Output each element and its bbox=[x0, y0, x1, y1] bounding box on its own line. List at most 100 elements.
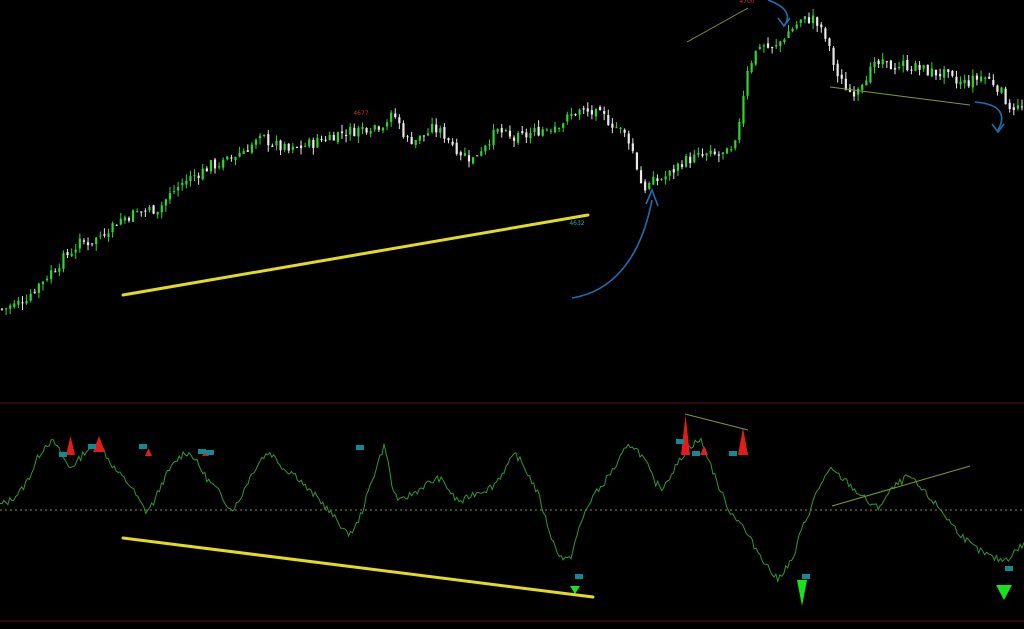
candle-body bbox=[385, 122, 389, 127]
signal-tag bbox=[1005, 566, 1013, 571]
candle-body bbox=[287, 143, 290, 151]
candle-body bbox=[447, 138, 450, 141]
candle-body bbox=[205, 168, 208, 172]
candle-body bbox=[754, 50, 757, 65]
signal-tag bbox=[206, 450, 214, 455]
candle-body bbox=[967, 80, 970, 87]
candle-body bbox=[115, 224, 118, 226]
candle-body bbox=[623, 129, 626, 133]
candle-body bbox=[45, 278, 49, 281]
candle-body bbox=[664, 176, 667, 180]
candle-body bbox=[910, 69, 913, 71]
candle-body bbox=[222, 159, 225, 168]
candle-body bbox=[328, 134, 331, 141]
candle-body bbox=[459, 152, 462, 156]
candle-body bbox=[127, 217, 131, 221]
candle-body bbox=[693, 154, 696, 163]
candle-body bbox=[652, 176, 655, 185]
candle-body bbox=[291, 146, 294, 150]
candle-body bbox=[37, 283, 40, 293]
curved-arrow bbox=[974, 101, 1003, 131]
candle-body bbox=[414, 140, 417, 145]
candle-body bbox=[185, 180, 188, 185]
candle-body bbox=[443, 127, 446, 139]
candle-body bbox=[172, 191, 176, 193]
candle-body bbox=[279, 140, 282, 151]
candle-body bbox=[500, 128, 503, 133]
candle-body bbox=[451, 141, 454, 145]
candle-body bbox=[308, 139, 311, 147]
candle-body bbox=[496, 129, 499, 132]
candle-body bbox=[4, 308, 8, 310]
candle-body bbox=[979, 76, 983, 82]
candle-body bbox=[861, 84, 864, 90]
oversold-trough bbox=[996, 585, 1012, 600]
candle-body bbox=[111, 223, 114, 233]
candle-body bbox=[177, 187, 180, 191]
candle-body bbox=[562, 123, 565, 128]
candle-body bbox=[29, 293, 32, 301]
candle-body bbox=[766, 43, 770, 48]
candle-body bbox=[619, 127, 622, 129]
candle-body bbox=[361, 127, 364, 130]
signal-tag bbox=[802, 574, 810, 579]
candle-body bbox=[586, 108, 589, 112]
candle-body bbox=[734, 140, 737, 149]
candle-body bbox=[471, 157, 475, 164]
candle-body bbox=[639, 170, 643, 184]
candle-body bbox=[684, 155, 688, 167]
candle-body bbox=[570, 113, 573, 116]
candle-body bbox=[344, 135, 348, 137]
candle-body bbox=[435, 124, 438, 133]
candle-body bbox=[99, 235, 102, 237]
candle-body bbox=[832, 47, 835, 65]
candle-body bbox=[742, 95, 745, 124]
candle-body bbox=[242, 151, 245, 154]
candle-body bbox=[787, 31, 790, 38]
candle-body bbox=[197, 175, 200, 178]
candle-body bbox=[58, 268, 61, 272]
candle-body bbox=[529, 133, 532, 139]
candle-body bbox=[402, 123, 405, 138]
signal-tag bbox=[88, 444, 96, 449]
candle-body bbox=[791, 28, 794, 32]
candle-body bbox=[476, 155, 479, 157]
candle-body bbox=[574, 113, 577, 116]
candle-body bbox=[877, 60, 880, 64]
chart-svg: 4677 4632 4700 bbox=[0, 0, 1024, 622]
candle-body bbox=[828, 38, 831, 46]
candle-body bbox=[54, 271, 57, 273]
candle-body bbox=[603, 111, 606, 114]
candle-body bbox=[50, 270, 53, 280]
candle-body bbox=[1008, 102, 1011, 110]
candle-body bbox=[349, 127, 352, 135]
candle-body bbox=[992, 79, 995, 85]
candle-body bbox=[799, 19, 802, 23]
candle-body bbox=[160, 205, 163, 213]
candle-body bbox=[422, 135, 426, 137]
candle-body bbox=[668, 170, 671, 176]
candle-body bbox=[984, 77, 987, 79]
candle-body bbox=[947, 69, 950, 72]
candle-body bbox=[78, 238, 81, 249]
candle-body bbox=[62, 253, 65, 269]
candle-body bbox=[312, 140, 315, 148]
candle-body bbox=[193, 175, 196, 177]
candle-body bbox=[234, 157, 237, 161]
candle-body bbox=[283, 144, 286, 150]
candle-body bbox=[103, 234, 106, 236]
candle-body bbox=[381, 127, 385, 131]
candle-body bbox=[951, 70, 954, 76]
overbought-peak bbox=[145, 448, 152, 456]
price-label: 4677 bbox=[353, 110, 368, 117]
candle-body bbox=[316, 137, 319, 148]
candle-body bbox=[902, 60, 905, 66]
candle-body bbox=[959, 81, 962, 85]
candle-body bbox=[267, 134, 270, 146]
candle-body bbox=[254, 139, 258, 145]
candle-body bbox=[836, 63, 839, 77]
candle-body bbox=[213, 159, 217, 169]
candle-body bbox=[594, 108, 598, 117]
overbought-peak bbox=[700, 446, 708, 455]
candle-body bbox=[889, 60, 893, 70]
